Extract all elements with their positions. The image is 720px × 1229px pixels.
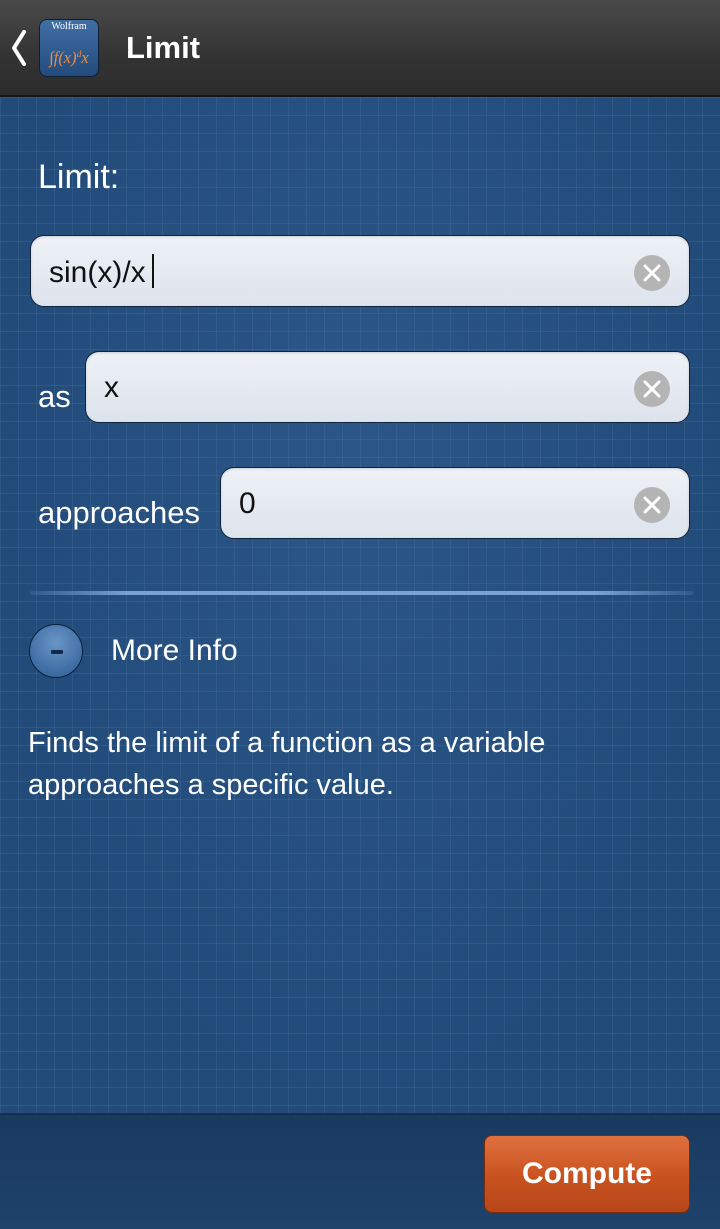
approaches-input-value: 0	[239, 487, 256, 520]
page-title: Limit	[126, 30, 201, 65]
function-input[interactable]: sin(x)/x	[30, 235, 690, 307]
wolfram-app-icon[interactable]: Wolfram ∫f(x)dx	[39, 19, 99, 77]
text-caret	[151, 254, 154, 288]
approaches-input[interactable]: 0	[220, 467, 690, 539]
approaches-label: approaches	[38, 495, 201, 530]
compute-button[interactable]: Compute	[484, 1135, 690, 1213]
more-info-label[interactable]: More Info	[111, 633, 238, 669]
app-icon-brand: Wolfram	[51, 21, 87, 32]
section-divider	[30, 591, 694, 595]
minus-icon	[51, 650, 63, 654]
clear-function-icon[interactable]	[634, 255, 670, 291]
more-info-toggle-button[interactable]	[29, 624, 83, 678]
action-bar: Wolfram ∫f(x)dx Limit	[0, 0, 720, 97]
section-label: Limit:	[38, 158, 120, 196]
back-chevron-icon[interactable]	[9, 28, 29, 68]
integral-icon: ∫f(x)dx	[48, 48, 89, 68]
variable-input[interactable]: x	[85, 351, 690, 423]
clear-variable-icon[interactable]	[634, 371, 670, 407]
function-input-value: sin(x)/x	[49, 254, 154, 291]
svg-text:∫f(x)dx: ∫f(x)dx	[48, 48, 89, 68]
clear-approaches-icon[interactable]	[634, 487, 670, 523]
variable-input-value: x	[104, 371, 119, 404]
more-info-description: Finds the limit of a function as a varia…	[28, 727, 546, 801]
variable-label: as	[38, 379, 71, 414]
content-area: Limit: sin(x)/x as x approaches 0 More I	[0, 97, 720, 1113]
bottom-bar: Compute	[0, 1113, 720, 1229]
